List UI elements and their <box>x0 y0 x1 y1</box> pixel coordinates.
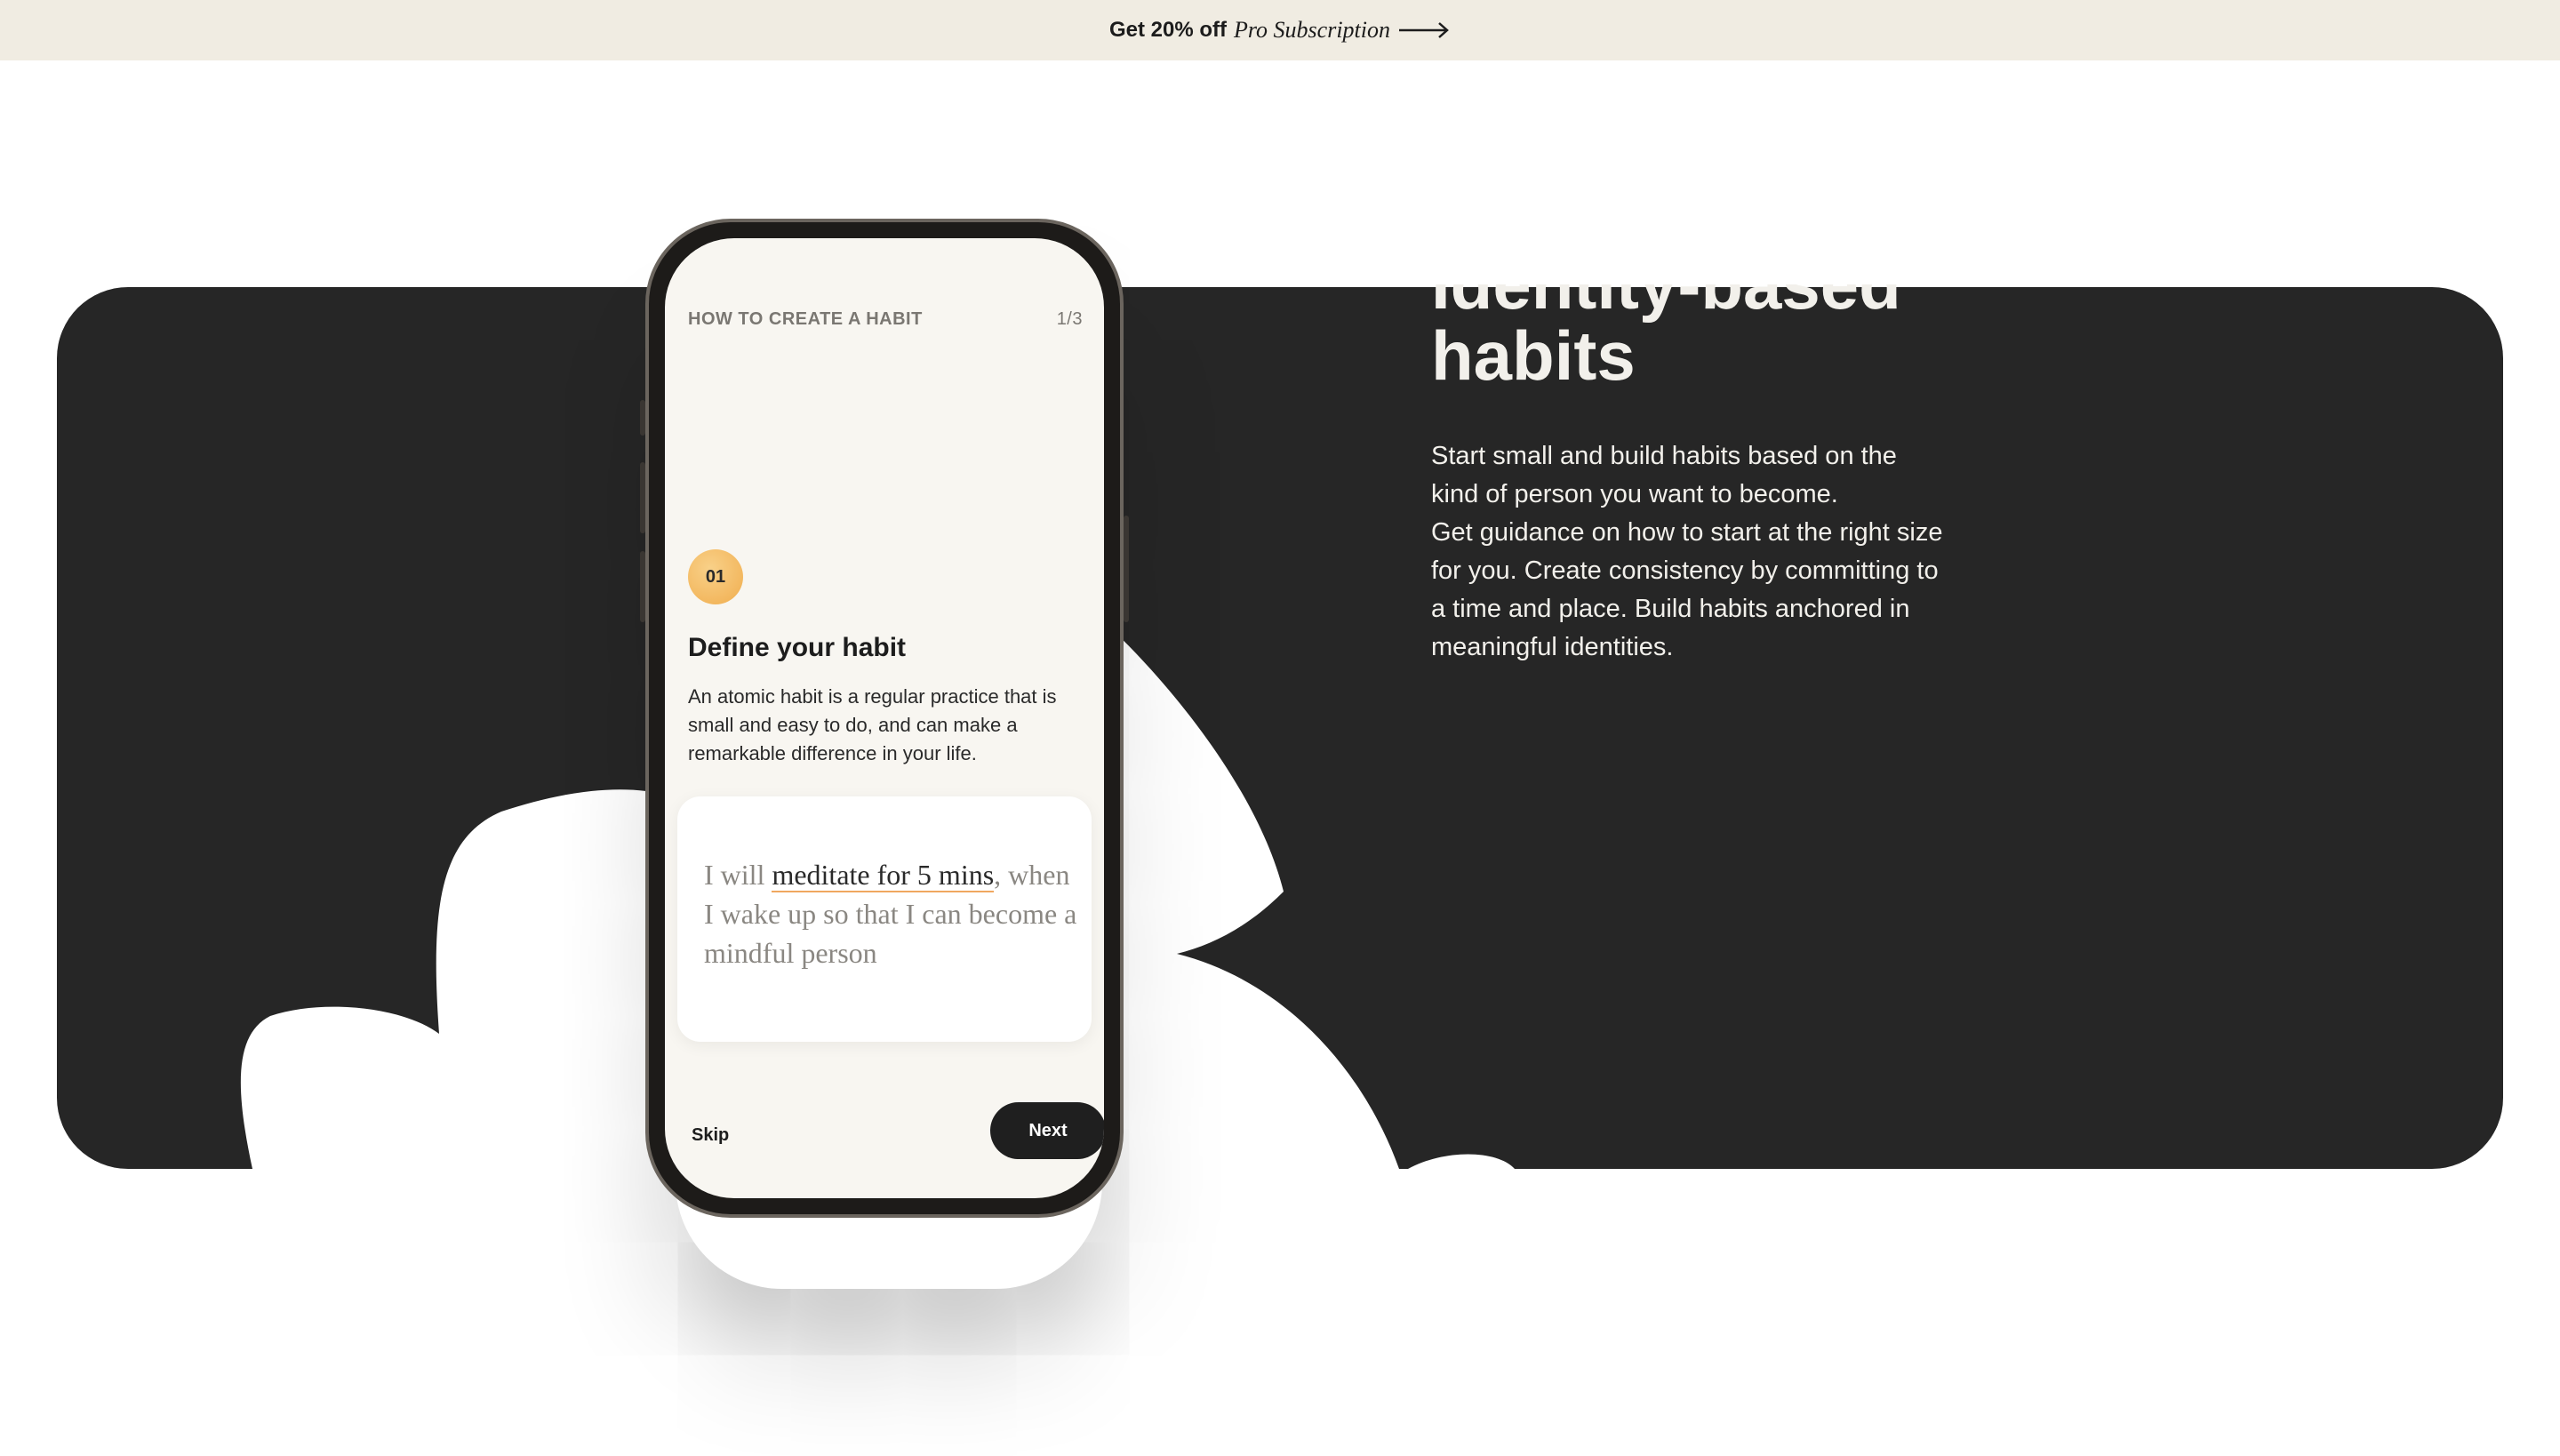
phone-power-button <box>1124 516 1129 622</box>
step-number-badge: 01 <box>688 549 743 604</box>
promo-banner-product: Pro Subscription <box>1234 17 1390 43</box>
habit-example-prefix: I will <box>704 859 772 891</box>
next-button[interactable]: Next <box>990 1102 1104 1159</box>
decorative-blob <box>240 580 1515 1169</box>
feature-body-p2: Get guidance on how to start at the righ… <box>1431 518 1943 661</box>
feature-headline-line2: habits <box>1431 316 1636 395</box>
promo-banner[interactable]: Get 20% off Pro Subscription <box>0 0 2560 60</box>
feature-body-p1: Start small and build habits based on th… <box>1431 442 1897 508</box>
step-title: Define your habit <box>688 633 907 662</box>
arrow-right-icon <box>1399 22 1449 38</box>
screen-header-title: HOW TO CREATE A HABIT <box>688 309 923 329</box>
phone-volume-down <box>640 551 645 622</box>
step-description: An atomic habit is a regular practice th… <box>688 685 1057 764</box>
habit-example-text: I will meditate for 5 mins, when I wake … <box>704 855 1077 972</box>
habit-example-highlight: meditate for 5 mins <box>772 859 995 892</box>
skip-button[interactable]: Skip <box>692 1125 729 1146</box>
feature-panel <box>57 287 2503 1169</box>
phone-mockup: HOW TO CREATE A HABIT 1/3 01 Define your… <box>640 219 1129 1218</box>
phone-volume-up <box>640 462 645 533</box>
feature-headline-line1: Identity-based <box>1431 245 1901 324</box>
feature-body: Start small and build habits based on th… <box>1431 437 1947 667</box>
phone-side-button <box>640 400 645 436</box>
feature-headline: Identity-based habits <box>1431 245 2231 395</box>
screen-header: HOW TO CREATE A HABIT 1/3 <box>688 309 1083 330</box>
habit-example-card: I will meditate for 5 mins, when I wake … <box>677 796 1092 1042</box>
promo-banner-text: Get 20% off <box>1108 18 1228 42</box>
phone-screen: HOW TO CREATE A HABIT 1/3 01 Define your… <box>665 238 1104 1198</box>
step-counter: 1/3 <box>1056 309 1083 329</box>
